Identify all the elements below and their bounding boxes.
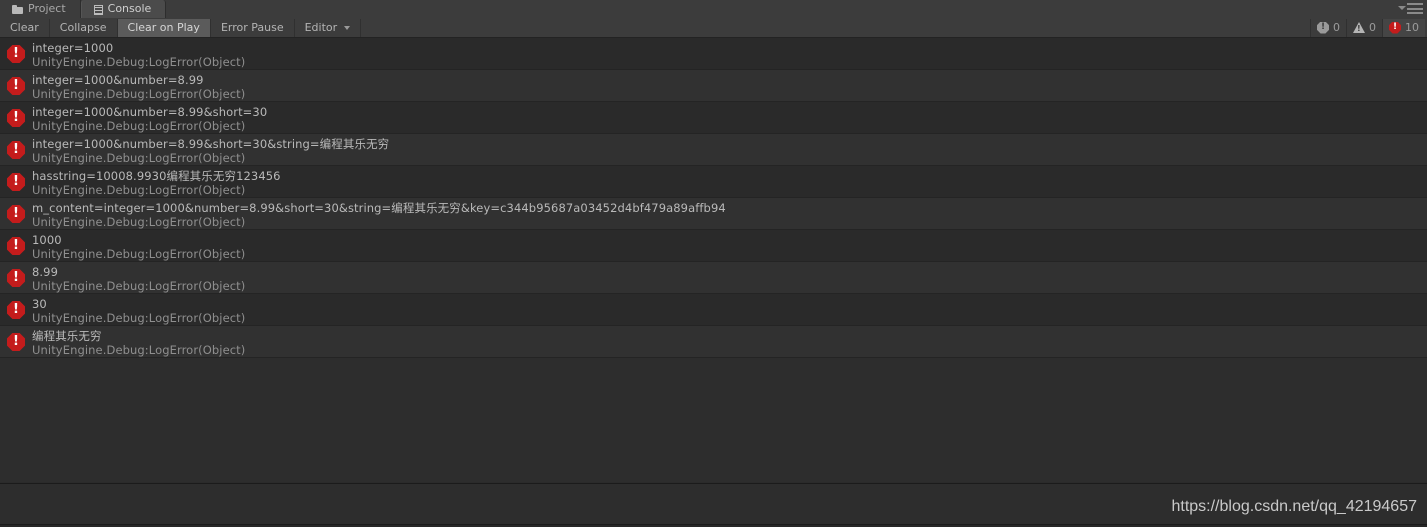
log-message: 8.99 <box>32 265 59 279</box>
table-row[interactable]: ! 1000 UnityEngine.Debug:LogError(Object… <box>0 230 1427 262</box>
chevron-down-icon <box>344 25 351 30</box>
log-message: integer=1000&number=8.99 <box>32 73 204 87</box>
error-count-value: 10 <box>1405 21 1419 34</box>
error-icon: ! <box>7 109 25 127</box>
log-message: integer=1000&number=8.99&short=30&string… <box>32 137 390 151</box>
log-message: integer=1000 <box>32 41 114 55</box>
log-stacktrace: UnityEngine.Debug:LogError(Object) <box>32 183 246 197</box>
table-row[interactable]: ! integer=1000&number=8.99&short=30&stri… <box>0 134 1427 166</box>
console-log-list[interactable]: ! integer=1000 UnityEngine.Debug:LogErro… <box>0 38 1427 482</box>
info-count-button[interactable]: ! 0 <box>1310 18 1346 37</box>
error-icon: ! <box>7 237 25 255</box>
table-row[interactable]: ! 8.99 UnityEngine.Debug:LogError(Object… <box>0 262 1427 294</box>
error-icon: ! <box>7 45 25 63</box>
log-stacktrace: UnityEngine.Debug:LogError(Object) <box>32 311 246 325</box>
tab-project-label: Project <box>28 2 66 15</box>
info-octagon-icon: ! <box>1317 21 1329 34</box>
log-stacktrace: UnityEngine.Debug:LogError(Object) <box>32 87 246 101</box>
error-pause-button-label: Error Pause <box>220 21 284 34</box>
table-row[interactable]: ! integer=1000&number=8.99 UnityEngine.D… <box>0 70 1427 102</box>
log-message: 30 <box>32 297 47 311</box>
hamburger-menu-icon[interactable] <box>1407 3 1423 14</box>
table-row[interactable]: ! m_content=integer=1000&number=8.99&sho… <box>0 198 1427 230</box>
warning-count-button[interactable]: 0 <box>1346 18 1382 37</box>
tab-console-label: Console <box>107 2 152 15</box>
tab-console[interactable]: Console <box>80 0 167 18</box>
clear-on-play-button-label: Clear on Play <box>127 21 200 34</box>
clear-button[interactable]: Clear <box>0 18 50 37</box>
watermark-url: https://blog.csdn.net/qq_42194657 <box>1171 498 1417 515</box>
log-stacktrace: UnityEngine.Debug:LogError(Object) <box>32 215 246 229</box>
log-stacktrace: UnityEngine.Debug:LogError(Object) <box>32 279 246 293</box>
table-row[interactable]: ! 30 UnityEngine.Debug:LogError(Object) <box>0 294 1427 326</box>
error-icon: ! <box>7 333 25 351</box>
log-message: hasstring=10008.9930编程其乐无穷123456 <box>32 169 281 183</box>
chevron-down-icon[interactable] <box>1398 6 1406 10</box>
collapse-button[interactable]: Collapse <box>49 18 118 37</box>
error-icon: ! <box>7 173 25 191</box>
table-row[interactable]: ! hasstring=10008.9930编程其乐无穷123456 Unity… <box>0 166 1427 198</box>
window-tab-bar: Project Console <box>0 0 1427 18</box>
error-icon: ! <box>7 77 25 95</box>
editor-dropdown-button[interactable]: Editor <box>294 18 362 37</box>
error-icon: ! <box>7 269 25 287</box>
error-pause-button[interactable]: Error Pause <box>210 18 295 37</box>
table-row[interactable]: ! integer=1000&number=8.99&short=30 Unit… <box>0 102 1427 134</box>
log-stacktrace: UnityEngine.Debug:LogError(Object) <box>32 151 246 165</box>
log-stacktrace: UnityEngine.Debug:LogError(Object) <box>32 343 246 357</box>
error-count-button[interactable]: ! 10 <box>1382 18 1425 37</box>
warning-triangle-icon <box>1353 22 1365 33</box>
error-icon: ! <box>7 205 25 223</box>
tab-project[interactable]: Project <box>0 0 81 18</box>
log-stacktrace: UnityEngine.Debug:LogError(Object) <box>32 55 246 69</box>
warning-count-value: 0 <box>1369 21 1376 34</box>
clear-on-play-button[interactable]: Clear on Play <box>117 18 211 37</box>
log-stacktrace: UnityEngine.Debug:LogError(Object) <box>32 119 246 133</box>
folder-icon <box>12 4 23 15</box>
clear-button-label: Clear <box>10 21 39 34</box>
error-icon: ! <box>7 301 25 319</box>
console-toolbar: Clear Collapse Clear on Play Error Pause… <box>0 18 1427 38</box>
error-octagon-icon: ! <box>1389 21 1401 34</box>
console-icon <box>93 4 103 15</box>
table-row[interactable]: ! integer=1000 UnityEngine.Debug:LogErro… <box>0 38 1427 70</box>
log-message: m_content=integer=1000&number=8.99&short… <box>32 201 726 215</box>
log-message: integer=1000&number=8.99&short=30 <box>32 105 268 119</box>
log-stacktrace: UnityEngine.Debug:LogError(Object) <box>32 247 246 261</box>
log-message: 1000 <box>32 233 62 247</box>
log-counters: ! 0 0 ! 10 <box>1310 18 1425 37</box>
editor-dropdown-label: Editor <box>304 21 338 34</box>
info-count-value: 0 <box>1333 21 1340 34</box>
log-message: 编程其乐无穷 <box>32 329 102 343</box>
collapse-button-label: Collapse <box>59 21 107 34</box>
error-icon: ! <box>7 141 25 159</box>
unity-console-window: Project Console Clear Collapse Clear on … <box>0 0 1427 527</box>
table-row[interactable]: ! 编程其乐无穷 UnityEngine.Debug:LogError(Obje… <box>0 326 1427 358</box>
